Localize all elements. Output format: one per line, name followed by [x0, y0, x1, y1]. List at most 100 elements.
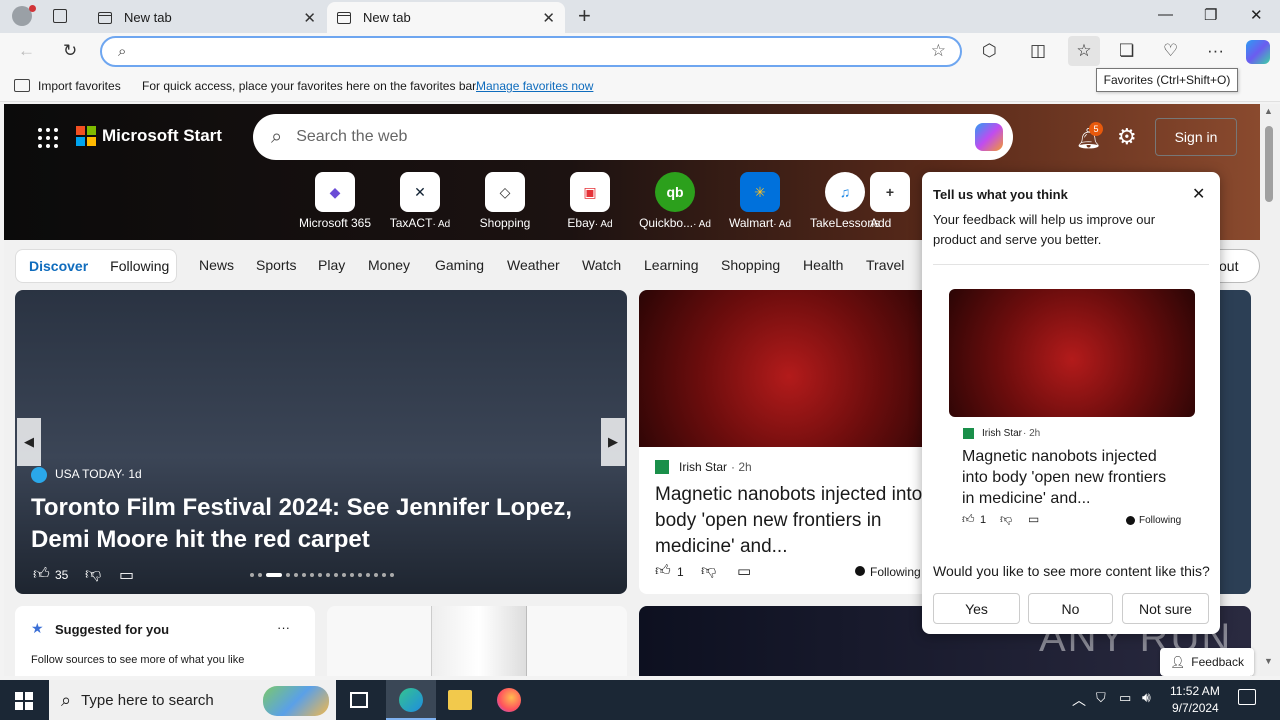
scroll-down-icon[interactable]: ▼ [1264, 656, 1273, 666]
product-card[interactable] [327, 606, 627, 676]
feature-card[interactable]: ◀ ▶ USA TODAY · 1d Toronto Film Festival… [15, 290, 627, 594]
nav-health[interactable]: Health [803, 257, 843, 273]
dislike-icon[interactable]: 👎︎ [85, 565, 101, 584]
close-window-button[interactable]: ✕ [1250, 6, 1263, 24]
back-icon[interactable]: ← [18, 41, 35, 61]
file-explorer-icon[interactable] [448, 690, 472, 710]
minimize-button[interactable]: — [1158, 6, 1173, 23]
copilot-search-icon[interactable] [975, 123, 1003, 151]
shopping-tag-icon: ◇ [485, 172, 525, 212]
carousel-prev-button[interactable]: ◀ [17, 418, 41, 466]
like-icon[interactable]: 👍︎ [655, 562, 671, 580]
clock-time[interactable]: 11:52 AM [1170, 684, 1220, 698]
nav-weather[interactable]: Weather [507, 257, 560, 273]
restore-button[interactable]: ❐ [1204, 6, 1217, 24]
tab-discover[interactable]: Discover [29, 258, 88, 274]
app-tile-shopping[interactable]: ◇ Shopping [465, 172, 545, 230]
close-tab-icon[interactable]: ✕ [542, 9, 555, 27]
more-options-icon[interactable]: ··· [277, 620, 290, 635]
more-options-icon[interactable]: ··· [1207, 41, 1224, 61]
windows-start-icon[interactable] [15, 692, 33, 710]
preview-headline[interactable]: Magnetic nanobots injected into body 'op… [962, 446, 1182, 509]
nav-gaming[interactable]: Gaming [435, 257, 484, 273]
app-tile-taxact[interactable]: ✕ TaxACT· Ad [380, 172, 460, 230]
following-label[interactable]: Following [1139, 515, 1181, 526]
source-logo-icon [31, 467, 47, 483]
comment-icon[interactable]: ▭ [737, 562, 751, 580]
favorites-bar: Import favorites For quick access, place… [0, 70, 1280, 102]
app-tile-ebay[interactable]: ▣ Ebay· Ad [550, 172, 630, 230]
nav-play[interactable]: Play [318, 257, 345, 273]
dislike-icon[interactable]: 👎︎ [1000, 512, 1012, 527]
nav-learning[interactable]: Learning [644, 257, 699, 273]
following-label[interactable]: Following [870, 565, 921, 579]
tray-security-icon[interactable]: ⛉ [1096, 690, 1106, 706]
tab-label: New tab [363, 10, 411, 25]
nav-sports[interactable]: Sports [256, 257, 296, 273]
favorites-icon[interactable]: ☆ [1068, 36, 1100, 66]
comment-icon[interactable]: ▭ [119, 565, 134, 585]
sign-in-button[interactable]: Sign in [1155, 118, 1237, 156]
taskbar-search[interactable]: ⌕ Type here to search [49, 680, 336, 720]
walmart-spark-icon: ✳ [740, 172, 780, 212]
tab-new-tab-1[interactable]: New tab ✕ [88, 2, 326, 33]
not-sure-button[interactable]: Not sure [1122, 593, 1209, 624]
manage-favorites-link[interactable]: Manage favorites now [476, 79, 593, 93]
feature-headline[interactable]: Toronto Film Festival 2024: See Jennifer… [31, 492, 616, 556]
task-view-icon[interactable] [350, 692, 368, 708]
tray-network-icon[interactable]: ▭ [1119, 690, 1131, 706]
page-scrollbar[interactable]: ▲ ▼ [1260, 104, 1280, 676]
tab-following[interactable]: Following [110, 258, 169, 274]
story-card[interactable]: Irish Star · 2h Magnetic nanobots inject… [639, 290, 939, 594]
clock-date[interactable]: 9/7/2024 [1172, 701, 1219, 715]
like-icon[interactable]: 👍︎ [962, 512, 975, 527]
source-name: USA TODAY [55, 467, 123, 481]
copilot-icon[interactable] [1246, 40, 1270, 64]
import-favorites-link[interactable]: Import favorites [38, 79, 121, 93]
firefox-icon[interactable] [497, 688, 521, 712]
tab-new-tab-2[interactable]: New tab ✕ [327, 2, 565, 33]
story-headline[interactable]: Magnetic nanobots injected into body 'op… [655, 482, 925, 560]
collections-icon[interactable]: ❏ [1119, 41, 1134, 61]
tray-chevron-icon[interactable]: ︿ [1072, 690, 1086, 710]
app-launcher-icon[interactable] [38, 128, 58, 148]
nav-money[interactable]: Money [368, 257, 410, 273]
edge-icon [399, 688, 423, 712]
suggested-title: Suggested for you [55, 622, 170, 637]
nav-shopping[interactable]: Shopping [721, 257, 780, 273]
notification-center-icon[interactable] [1238, 689, 1256, 705]
nav-watch[interactable]: Watch [582, 257, 621, 273]
carousel-dots[interactable] [250, 573, 400, 577]
feedback-button[interactable]: 👤︎ Feedback [1160, 648, 1254, 676]
no-button[interactable]: No [1028, 593, 1113, 624]
settings-gear-icon[interactable]: ⚙ [1117, 124, 1137, 150]
app-tile-walmart[interactable]: ✳ Walmart· Ad [720, 172, 800, 230]
favorite-star-icon[interactable]: ☆ [931, 41, 946, 61]
web-search-box[interactable]: ⌕ Search the web [253, 114, 1013, 160]
edge-taskbar-button[interactable] [386, 680, 436, 720]
nav-travel[interactable]: Travel [866, 257, 904, 273]
refresh-icon[interactable]: ↻ [63, 41, 77, 61]
address-input[interactable] [142, 42, 922, 62]
tray-volume-icon[interactable]: 🔊︎ [1142, 689, 1151, 706]
nav-news[interactable]: News [199, 257, 234, 273]
tab-actions-icon[interactable] [53, 9, 67, 23]
browser-essentials-icon[interactable]: ♡ [1163, 41, 1178, 61]
like-icon[interactable]: 👍︎ [33, 565, 50, 584]
split-screen-icon[interactable]: ◫ [1030, 41, 1046, 61]
carousel-next-button[interactable]: ▶ [601, 418, 625, 466]
yes-button[interactable]: Yes [933, 593, 1020, 624]
dislike-icon[interactable]: 👎︎ [701, 562, 716, 580]
close-tab-icon[interactable]: ✕ [303, 9, 316, 27]
address-bar[interactable]: ⌕ ☆ [100, 36, 962, 67]
app-tile-quickbooks[interactable]: qb Quickbo...· Ad [635, 172, 715, 230]
app-tile-microsoft-365[interactable]: ◆ Microsoft 365 [295, 172, 375, 230]
comment-icon[interactable]: ▭ [1028, 512, 1039, 526]
extensions-icon[interactable]: ⬡ [982, 41, 997, 61]
app-tile-add[interactable]: + Add [870, 172, 910, 230]
scroll-up-icon[interactable]: ▲ [1264, 106, 1273, 116]
popup-close-icon[interactable]: ✕ [1192, 184, 1205, 204]
brand-logo[interactable]: Microsoft Start [76, 126, 222, 146]
new-tab-button[interactable]: + [578, 3, 591, 29]
scroll-thumb[interactable] [1265, 126, 1273, 202]
